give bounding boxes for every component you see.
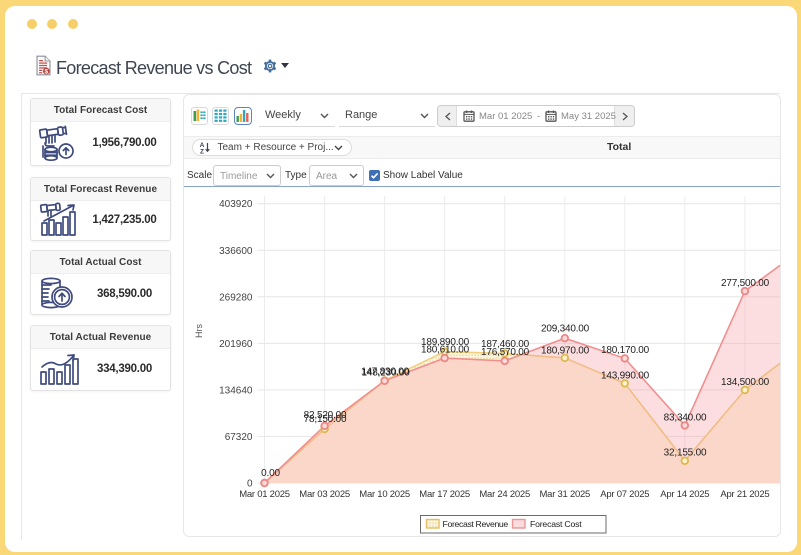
svg-text:Mar 10 2025: Mar 10 2025 xyxy=(359,489,410,500)
svg-text:Apr 14 2025: Apr 14 2025 xyxy=(660,489,709,500)
svg-text:403920: 403920 xyxy=(219,199,253,210)
svg-text:83,340.00: 83,340.00 xyxy=(664,413,707,424)
svg-text:32,155.00: 32,155.00 xyxy=(664,448,707,459)
svg-text:134640: 134640 xyxy=(219,385,253,396)
svg-text:277,500.00: 277,500.00 xyxy=(721,278,770,289)
svg-text:269280: 269280 xyxy=(219,292,253,303)
svg-text:148,230.00: 148,230.00 xyxy=(362,368,411,379)
svg-text:Apr 07 2025: Apr 07 2025 xyxy=(600,489,649,500)
svg-text:134,500.00: 134,500.00 xyxy=(721,377,770,388)
svg-text:Mar 24 2025: Mar 24 2025 xyxy=(479,489,530,500)
svg-text:336600: 336600 xyxy=(219,246,253,257)
svg-text:Hrs: Hrs xyxy=(194,324,204,338)
svg-text:67320: 67320 xyxy=(225,432,253,443)
svg-text:Mar 17 2025: Mar 17 2025 xyxy=(419,489,470,500)
svg-text:0.00: 0.00 xyxy=(261,468,280,479)
svg-text:201960: 201960 xyxy=(219,339,253,350)
svg-text:143,990.00: 143,990.00 xyxy=(601,371,650,382)
svg-text:Apr 21 2025: Apr 21 2025 xyxy=(720,489,769,500)
svg-text:Mar 03 2025: Mar 03 2025 xyxy=(299,489,350,500)
svg-text:176,570.00: 176,570.00 xyxy=(481,347,530,358)
svg-text:180,610.00: 180,610.00 xyxy=(421,344,470,355)
svg-text:Forecast Revenue: Forecast Revenue xyxy=(443,519,509,529)
svg-text:180,970.00: 180,970.00 xyxy=(541,346,590,357)
svg-text:209,340.00: 209,340.00 xyxy=(541,324,590,335)
svg-text:Mar 01 2025: Mar 01 2025 xyxy=(239,489,290,500)
svg-text:Mar 31 2025: Mar 31 2025 xyxy=(540,489,591,500)
svg-text:0: 0 xyxy=(247,479,253,490)
svg-text:Forecast Cost: Forecast Cost xyxy=(530,519,582,529)
svg-text:180,170.00: 180,170.00 xyxy=(601,345,650,356)
svg-text:78,150.00: 78,150.00 xyxy=(304,414,347,425)
